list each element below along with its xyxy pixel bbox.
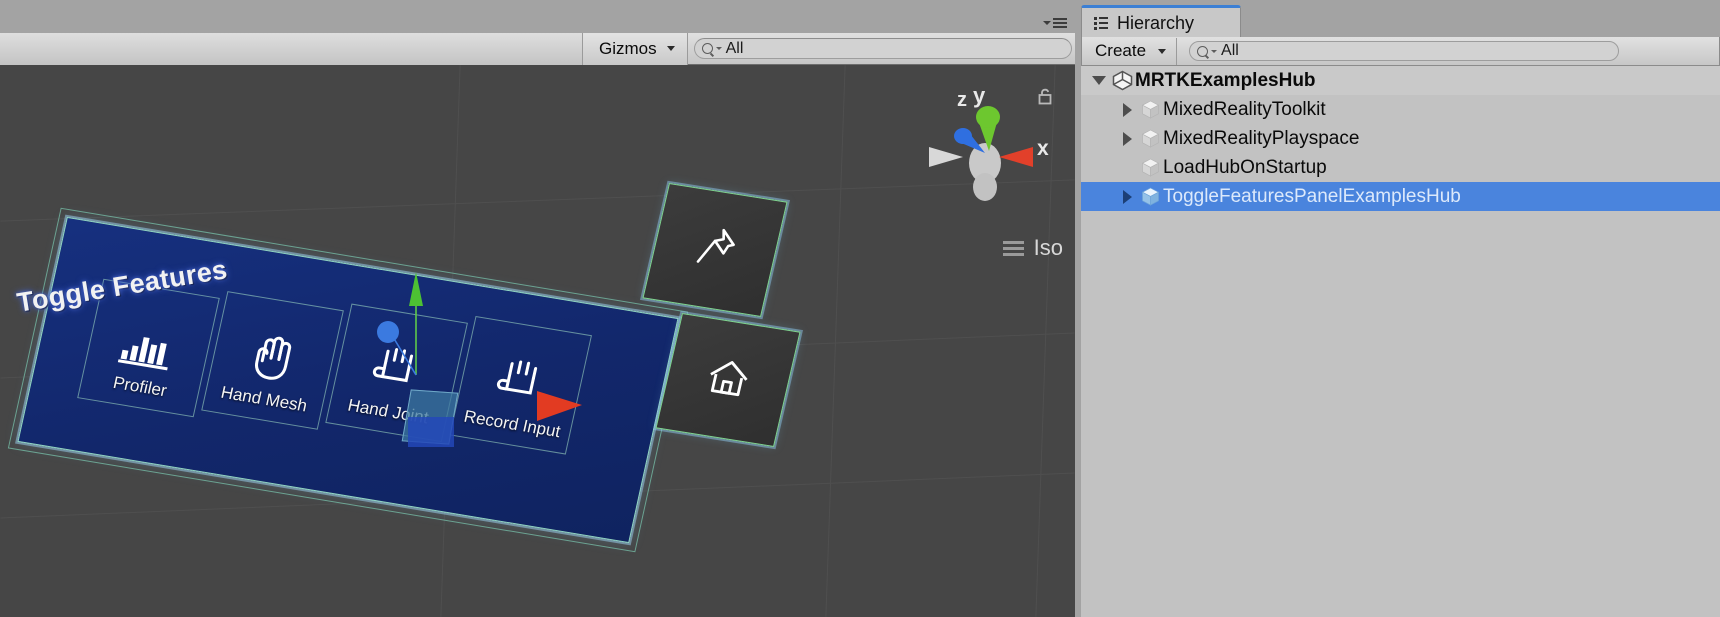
hierarchy-row-label: ToggleFeaturesPanelExamplesHub: [1163, 185, 1461, 207]
expand-toggle[interactable]: [1117, 131, 1137, 146]
scene-viewport[interactable]: Profiler Hand Mesh Hand Joint Record Inp…: [0, 65, 1075, 617]
hierarchy-row-mixedrealitytoolkit[interactable]: MixedRealityToolkit: [1081, 95, 1720, 124]
pin-icon: [690, 223, 741, 277]
hierarchy-row-label: MRTKExamplesHub: [1135, 69, 1316, 91]
chevron-down-icon: [1158, 48, 1167, 54]
scene-view-mode-label: Iso: [1033, 235, 1063, 260]
home-icon: [701, 355, 755, 406]
lock-icon[interactable]: [1037, 87, 1053, 105]
toolbar-left-spacer: [0, 32, 582, 65]
hierarchy-toolbar: Create All: [1081, 37, 1720, 66]
chevron-right-icon: [1122, 189, 1132, 204]
scene-axis-gizmo[interactable]: z y x: [923, 83, 1053, 205]
scene-search-value: All: [725, 39, 744, 57]
bar-chart-icon: [117, 302, 185, 371]
gizmo-axis-label-y[interactable]: y: [973, 83, 985, 109]
hierarchy-row-togglefeaturespanelexampleshub[interactable]: ToggleFeaturesPanelExamplesHub: [1081, 182, 1720, 211]
hierarchy-row-label: MixedRealityPlayspace: [1163, 127, 1360, 149]
create-label: Create: [1095, 41, 1147, 60]
unity-logo-icon: [1109, 70, 1135, 91]
expand-toggle[interactable]: [1117, 102, 1137, 117]
tab-hierarchy[interactable]: Hierarchy: [1081, 5, 1241, 38]
hierarchy-row-label: LoadHubOnStartup: [1163, 156, 1327, 178]
panel-button-label: Hand Mesh: [219, 382, 309, 416]
gizmos-label: Gizmos: [599, 38, 657, 58]
tab-hierarchy-label: Hierarchy: [1117, 12, 1195, 33]
scene-view-toolbar: Gizmos All: [0, 32, 1075, 65]
chevron-down-icon: [715, 47, 722, 50]
toggle-features-panel[interactable]: Profiler Hand Mesh Hand Joint Record Inp…: [7, 207, 689, 553]
hierarchy-search-input[interactable]: All: [1189, 41, 1620, 61]
scene-search-input[interactable]: All: [693, 38, 1072, 59]
prefab-cube-icon: [1137, 187, 1163, 206]
home-button[interactable]: [655, 312, 801, 448]
toolbar-divider: [686, 32, 688, 65]
unity-editor-window: Gizmos All Profiler Hand Mesh Hand Joint…: [0, 0, 1720, 617]
gameobject-cube-icon: [1137, 158, 1163, 177]
gizmos-dropdown[interactable]: Gizmos: [583, 32, 687, 65]
gameobject-cube-icon: [1137, 129, 1163, 148]
hand-joints-icon: [369, 328, 430, 396]
chevron-down-icon: [1211, 49, 1218, 53]
scene-view-panel: Gizmos All Profiler Hand Mesh Hand Joint…: [0, 0, 1075, 617]
gameobject-cube-icon: [1137, 100, 1163, 119]
search-icon: [701, 43, 713, 54]
hamburger-icon: [1002, 240, 1024, 256]
chevron-down-icon: [1092, 76, 1106, 85]
chevron-down-icon: [666, 46, 675, 51]
chevron-down-icon: [1043, 20, 1051, 25]
hierarchy-tree[interactable]: MRTKExamplesHub MixedRealityToolkit Mixe…: [1081, 66, 1720, 617]
gizmo-axis-label-x[interactable]: x: [1037, 137, 1049, 161]
expand-toggle[interactable]: [1117, 189, 1137, 204]
panel-button-label: Profiler: [111, 372, 169, 401]
panel-button-label: Record Input: [462, 406, 563, 442]
gizmo-axis-label-z[interactable]: z: [957, 89, 967, 112]
panel-menu-icon[interactable]: [1039, 16, 1067, 30]
hand-icon: [246, 316, 305, 384]
grid-line: [0, 179, 1075, 222]
hamburger-icon: [1053, 18, 1067, 28]
hierarchy-row-mixedrealityplayspace[interactable]: MixedRealityPlayspace: [1081, 124, 1720, 153]
create-dropdown[interactable]: Create: [1082, 37, 1178, 65]
hierarchy-panel: Hierarchy Create All MRTKExamplesHub Mix…: [1075, 0, 1720, 617]
selection-box-shadow: [408, 417, 454, 447]
hierarchy-icon: [1094, 16, 1109, 30]
grid-line: [825, 65, 846, 617]
search-icon: [1197, 45, 1209, 57]
scene-view-mode-toggle[interactable]: Iso: [1002, 235, 1063, 261]
chevron-right-icon: [1122, 102, 1132, 117]
hierarchy-row-root[interactable]: MRTKExamplesHub: [1081, 66, 1720, 95]
hierarchy-row-label: MixedRealityToolkit: [1163, 98, 1326, 120]
chevron-right-icon: [1122, 131, 1132, 146]
hierarchy-row-loadhubonstartup[interactable]: LoadHubOnStartup: [1081, 153, 1720, 182]
hand-joints-icon: [493, 340, 554, 408]
gizmo-axes: [929, 106, 1033, 201]
pin-button[interactable]: [642, 182, 788, 318]
expand-toggle[interactable]: [1089, 76, 1109, 85]
scene-view-titlebar: [0, 0, 1075, 33]
hierarchy-search-value: All: [1221, 42, 1239, 59]
